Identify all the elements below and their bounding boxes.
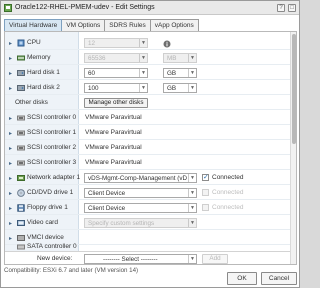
chevron-down-icon: ▼ — [188, 189, 196, 197]
cd-dvd-select[interactable]: Client Device ▼ — [84, 188, 197, 198]
row-video-card: ▸ Video card Specify custom settings ▼ — [5, 216, 292, 230]
row-other-disks: Other disks Manage other disks — [5, 96, 292, 110]
scsi-controller-icon — [17, 160, 25, 166]
new-device-select[interactable]: -------- Select -------- ▼ — [84, 254, 197, 264]
vm-icon — [4, 4, 12, 12]
chevron-down-icon: ▼ — [188, 219, 196, 227]
maximize-icon[interactable]: □ — [288, 4, 296, 12]
scsi-controller-icon — [17, 115, 25, 121]
network-select[interactable]: vDS-Mgmt-Comp-Management (vDS ▼ — [84, 173, 197, 183]
manage-other-disks-button[interactable]: Manage other disks — [84, 98, 148, 108]
scrollbar-thumb[interactable] — [292, 34, 296, 144]
scsi-2-type: VMware Paravirtual — [85, 144, 142, 151]
memory-icon — [17, 55, 25, 61]
vertical-scrollbar[interactable] — [290, 32, 296, 264]
cd-dvd-icon — [17, 189, 25, 197]
expand-chevron-icon[interactable]: ▸ — [9, 160, 12, 167]
row-scsi-0: ▸ SCSI controller 0 VMware Paravirtual — [5, 111, 292, 125]
row-scsi-3: ▸ SCSI controller 3 VMware Paravirtual — [5, 156, 292, 170]
hard-disk-icon — [17, 70, 25, 76]
window-title: Oracle122-RHEL-PMEM-udev - Edit Settings — [15, 4, 155, 11]
chevron-down-icon: ▼ — [139, 54, 147, 62]
chevron-down-icon: ▼ — [188, 84, 196, 92]
edit-settings-window: Oracle122-RHEL-PMEM-udev - Edit Settings… — [0, 0, 300, 288]
row-label: ▸ CPU — [9, 39, 41, 47]
network-adapter-icon — [17, 175, 25, 181]
chevron-down-icon: ▼ — [139, 84, 147, 92]
row-cd-dvd-drive-1: ▸ CD/DVD drive 1 Client Device ▼ Connect… — [5, 186, 292, 200]
scsi-controller-icon — [17, 130, 25, 136]
row-network-adapter-1: ▸ Network adapter 1 vDS-Mgmt-Comp-Manage… — [5, 171, 292, 185]
network-connected-label: Connected — [212, 174, 244, 181]
ok-button[interactable]: OK — [227, 272, 257, 285]
expand-chevron-icon[interactable]: ▸ — [9, 235, 12, 242]
scsi-0-type: VMware Paravirtual — [85, 114, 142, 121]
cpu-select[interactable]: 12 ▼ — [84, 38, 148, 48]
memory-input[interactable]: 65536 ▼ — [84, 53, 148, 63]
chevron-down-icon: ▼ — [139, 39, 147, 47]
hardware-panel: ▸ CPU 12 ▼ ▸ Memory 65536 ▼ MB ▼ ▸ Hard … — [4, 31, 297, 265]
expand-chevron-icon[interactable]: ▸ — [9, 85, 12, 92]
expand-chevron-icon[interactable]: ▸ — [9, 145, 12, 152]
scsi-3-type: VMware Paravirtual — [85, 159, 142, 166]
info-icon[interactable] — [163, 40, 171, 48]
cd-dvd-connected-checkbox[interactable] — [202, 189, 209, 196]
title-bar: Oracle122-RHEL-PMEM-udev - Edit Settings… — [1, 1, 299, 15]
hard-disk-1-size-input[interactable]: 60 ▼ — [84, 68, 148, 78]
chevron-down-icon: ▼ — [188, 204, 196, 212]
chevron-down-icon: ▼ — [188, 54, 196, 62]
title-tools: ? □ — [277, 4, 296, 12]
scsi-1-type: VMware Paravirtual — [85, 129, 142, 136]
tab-vapp-options[interactable]: vApp Options — [149, 19, 199, 31]
expand-chevron-icon[interactable]: ▸ — [9, 130, 12, 137]
expand-chevron-icon[interactable]: ▸ — [9, 190, 12, 197]
scsi-controller-icon — [17, 145, 25, 151]
tab-virtual-hardware[interactable]: Virtual Hardware — [4, 19, 63, 31]
row-cpu: ▸ CPU 12 ▼ — [5, 36, 292, 50]
hard-disk-2-unit-select[interactable]: GB ▼ — [163, 83, 197, 93]
floppy-connected-checkbox[interactable] — [202, 204, 209, 211]
tab-vm-options[interactable]: VM Options — [61, 19, 106, 31]
sata-controller-icon — [17, 244, 25, 250]
hard-disk-1-unit-select[interactable]: GB ▼ — [163, 68, 197, 78]
help-icon[interactable]: ? — [277, 4, 285, 12]
video-card-select[interactable]: Specify custom settings ▼ — [84, 218, 197, 228]
new-device-label: New device: — [37, 255, 73, 262]
cancel-button[interactable]: Cancel — [261, 272, 297, 285]
compatibility-text: Compatibility: ESXi 6.7 and later (VM ve… — [4, 267, 139, 274]
chevron-down-icon: ▼ — [139, 69, 147, 77]
expand-chevron-icon[interactable]: ▸ — [9, 70, 12, 77]
chevron-down-icon: ▼ — [188, 174, 196, 182]
video-card-icon — [17, 220, 25, 226]
expand-chevron-icon[interactable]: ▸ — [9, 115, 12, 122]
add-device-button[interactable]: Add — [202, 254, 228, 264]
row-scsi-1: ▸ SCSI controller 1 VMware Paravirtual — [5, 126, 292, 140]
vmci-device-icon — [17, 235, 25, 241]
row-memory: ▸ Memory 65536 ▼ MB ▼ — [5, 51, 292, 65]
floppy-icon — [17, 204, 25, 212]
expand-chevron-icon[interactable]: ▸ — [9, 40, 12, 47]
tab-sdrs-rules[interactable]: SDRS Rules — [104, 19, 151, 31]
chevron-down-icon: ▼ — [188, 255, 196, 263]
hard-disk-2-size-input[interactable]: 100 ▼ — [84, 83, 148, 93]
tab-bar: Virtual Hardware VM Options SDRS Rules v… — [4, 19, 199, 31]
chevron-down-icon: ▼ — [188, 69, 196, 77]
hard-disk-icon — [17, 85, 25, 91]
expand-chevron-icon[interactable]: ▸ — [9, 55, 12, 62]
row-floppy-drive-1: ▸ Floppy drive 1 Client Device ▼ Connect… — [5, 201, 292, 215]
floppy-select[interactable]: Client Device ▼ — [84, 203, 197, 213]
memory-unit-select[interactable]: MB ▼ — [163, 53, 197, 63]
expand-chevron-icon[interactable]: ▸ — [9, 205, 12, 212]
row-hard-disk-2: ▸ Hard disk 2 100 ▼ GB ▼ — [5, 81, 292, 95]
expand-chevron-icon[interactable]: ▸ — [9, 220, 12, 227]
new-device-bar: New device: -------- Select -------- ▼ A… — [5, 251, 292, 264]
expand-chevron-icon[interactable]: ▸ — [9, 175, 12, 182]
network-connected-checkbox[interactable] — [202, 173, 209, 181]
row-hard-disk-1: ▸ Hard disk 1 60 ▼ GB ▼ — [5, 66, 292, 80]
cd-dvd-connected-label: Connected — [212, 189, 244, 196]
row-scsi-2: ▸ SCSI controller 2 VMware Paravirtual — [5, 141, 292, 155]
cpu-icon — [17, 39, 25, 47]
floppy-connected-label: Connected — [212, 204, 244, 211]
